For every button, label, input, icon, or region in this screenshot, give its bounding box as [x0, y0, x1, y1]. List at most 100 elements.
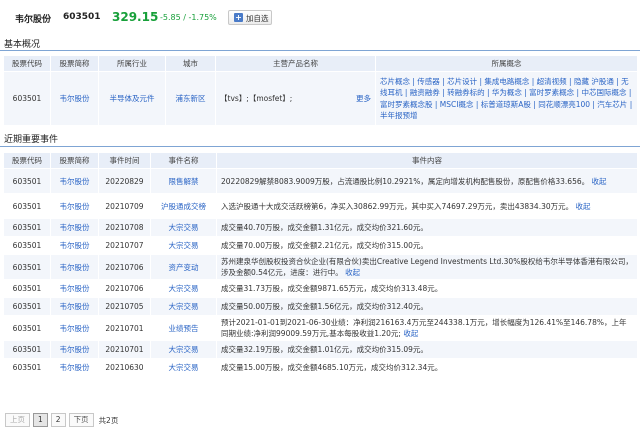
- event-name-link[interactable]: 大宗交易: [150, 236, 217, 255]
- event-content-text: 入选沪股通十大成交活跃榜第6，净买入30862.99万元，其中买入74697.2…: [221, 201, 574, 211]
- stock-name-link[interactable]: 韦尔股份: [50, 315, 99, 341]
- overview-section-title: 基本概况: [4, 40, 41, 50]
- table-row: 603501 韦尔股份 20220829 限售解禁 20220829解禁8083.900…: [3, 168, 638, 194]
- column-header: 股票代码: [3, 152, 51, 169]
- event-date-cell: 20210630: [98, 358, 151, 377]
- events-section-title: 近期重要事件: [4, 135, 59, 145]
- event-name-link[interactable]: 限售解禁: [150, 168, 217, 194]
- stock-code-cell: 603501: [3, 254, 51, 280]
- event-name-link[interactable]: 业绩预告: [150, 315, 217, 341]
- table-row: 603501 韦尔股份 20210701 大宗交易 成交量32.19万股，成交金额1.0…: [3, 340, 638, 359]
- page-1-button[interactable]: 1: [33, 413, 48, 427]
- stock-code-cell: 603501: [3, 168, 51, 194]
- event-name-link[interactable]: 大宗交易: [150, 279, 217, 298]
- event-date-cell: 20220829: [98, 168, 151, 194]
- event-name-link[interactable]: 大宗交易: [150, 218, 217, 237]
- event-content-text: 成交量15.00万股，成交金额4685.10万元，成交均价312.34元。: [221, 363, 443, 372]
- add-watchlist-button[interactable]: + 加自选: [228, 10, 272, 25]
- products-text: 【tvs】;【mosfet】;: [220, 94, 293, 103]
- products-cell: 【tvs】;【mosfet】; 更多: [215, 71, 376, 126]
- stock-code-cell: 603501: [3, 193, 51, 219]
- prev-page-button[interactable]: 上页: [5, 413, 30, 427]
- stock-code-cell: 603501: [3, 340, 51, 359]
- column-header: 股票简称: [50, 152, 99, 169]
- event-content-cell: 成交量15.00万股，成交金额4685.10万元，成交均价312.34元。: [216, 358, 638, 377]
- event-content-cell: 成交量70.00万股，成交金额2.21亿元，成交均价315.00元。: [216, 236, 638, 255]
- event-name-link[interactable]: 大宗交易: [150, 340, 217, 359]
- stock-change: -5.85 / -1.75%: [160, 13, 217, 22]
- stock-name-link[interactable]: 韦尔股份: [50, 218, 99, 237]
- event-content-cell: 入选沪股通十大成交活跃榜第6，净买入30862.99万元，其中买入74697.2…: [216, 193, 638, 219]
- stock-code-cell: 603501: [3, 236, 51, 255]
- table-row: 603501 韦尔股份 20210706 资产变动 苏州建泉华创股权投资合伙企业(有限合…: [3, 254, 638, 280]
- table-row: 603501 韦尔股份 半导体及元件 浦东新区 【tvs】;【mosfet】; …: [3, 71, 638, 126]
- stock-name-link[interactable]: 韦尔股份: [50, 168, 99, 194]
- add-watchlist-label: 加自选: [246, 14, 269, 23]
- next-page-button[interactable]: 下页: [68, 413, 94, 427]
- collapse-link[interactable]: 收起: [403, 329, 418, 338]
- event-content-text: 成交量32.19万股，成交金额1.01亿元，成交均价315.09元。: [221, 345, 428, 354]
- stock-code-cell: 603501: [3, 315, 51, 341]
- table-row: 603501 韦尔股份 20210707 大宗交易 成交量70.00万股，成交金额2.2…: [3, 236, 638, 255]
- section-divider: [0, 50, 640, 51]
- event-date-cell: 20210709: [98, 193, 151, 219]
- event-content-cell: 苏州建泉华创股权投资合伙企业(有限合伙)卖出Creative Legend In…: [216, 254, 638, 280]
- table-row: 603501 韦尔股份 20210709 沪股通成交榜 入选沪股通十大成交活跃榜第6，净…: [3, 193, 638, 219]
- column-header: 事件名称: [150, 152, 217, 169]
- more-link[interactable]: 更多: [356, 93, 371, 104]
- event-content-text: 成交量31.73万股，成交金额9871.65万元，成交均价313.48元。: [221, 284, 443, 293]
- event-date-cell: 20210701: [98, 340, 151, 359]
- stock-name-link[interactable]: 韦尔股份: [50, 297, 99, 316]
- stock-price: 329.15: [112, 10, 159, 24]
- events-table: 股票代码 股票简称 事件时间 事件名称 事件内容 603501 韦尔股份 20220…: [3, 152, 638, 377]
- stock-name-link[interactable]: 韦尔股份: [50, 193, 99, 219]
- stock-code: 603501: [63, 12, 101, 22]
- table-row: 603501 韦尔股份 20210706 大宗交易 成交量31.73万股，成交金额987…: [3, 279, 638, 298]
- collapse-link[interactable]: 收起: [592, 177, 607, 186]
- overview-table: 股票代码 股票简称 所属行业 城市 主营产品名称 所属概念 603501 韦尔股…: [3, 55, 638, 126]
- stock-code-cell: 603501: [3, 218, 51, 237]
- industry-link[interactable]: 半导体及元件: [98, 71, 166, 126]
- stock-name-link[interactable]: 韦尔股份: [50, 71, 99, 126]
- stock-header: 韦尔股份 603501 329.15 -5.85 / -1.75% + 加自选: [0, 0, 640, 34]
- event-content-text: 20220829解禁8083.9009万股，占流通股比例10.2921%，属定向…: [221, 176, 590, 186]
- concepts-cell[interactable]: 芯片概念 | 传感器 | 芯片设计 | 集成电路概念 | 超清视频 | 隐藏 沪…: [375, 71, 638, 126]
- event-content-cell: 预计2021-01-01到2021-06-30业绩：净利润216163.4万元至…: [216, 315, 638, 341]
- stock-name-link[interactable]: 韦尔股份: [50, 358, 99, 377]
- table-row: 603501 韦尔股份 20210701 业绩预告 预计2021-01-01到2021-…: [3, 315, 638, 341]
- table-row: 603501 韦尔股份 20210630 大宗交易 成交量15.00万股，成交金额468…: [3, 358, 638, 377]
- column-header: 主营产品名称: [215, 55, 376, 72]
- stock-name-link[interactable]: 韦尔股份: [50, 279, 99, 298]
- event-content-text: 预计2021-01-01到2021-06-30业绩：净利润216163.4万元至…: [221, 318, 627, 338]
- event-content-text: 成交量50.00万股，成交金额1.56亿元，成交均价312.40元。: [221, 302, 428, 311]
- city-link[interactable]: 浦东新区: [165, 71, 216, 126]
- page-2-button[interactable]: 2: [50, 413, 66, 427]
- column-header: 股票代码: [3, 55, 51, 72]
- event-date-cell: 20210707: [98, 236, 151, 255]
- event-name-link[interactable]: 资产变动: [150, 254, 217, 280]
- event-name-link[interactable]: 沪股通成交榜: [150, 193, 217, 219]
- stock-name-link[interactable]: 韦尔股份: [50, 254, 99, 280]
- stock-name-link[interactable]: 韦尔股份: [50, 236, 99, 255]
- column-header: 事件时间: [98, 152, 151, 169]
- event-content-cell: 20220829解禁8083.9009万股，占流通股比例10.2921%，属定向…: [216, 168, 638, 194]
- column-header: 股票简称: [50, 55, 99, 72]
- column-header: 城市: [165, 55, 216, 72]
- stock-name-link[interactable]: 韦尔股份: [50, 340, 99, 359]
- stock-code-cell: 603501: [3, 71, 51, 126]
- column-header: 所属行业: [98, 55, 166, 72]
- event-content-text: 苏州建泉华创股权投资合伙企业(有限合伙)卖出Creative Legend In…: [221, 257, 633, 277]
- event-date-cell: 20210708: [98, 218, 151, 237]
- section-divider: [0, 146, 640, 147]
- column-header: 事件内容: [216, 152, 638, 169]
- stock-code-cell: 603501: [3, 297, 51, 316]
- collapse-link[interactable]: 收起: [345, 268, 360, 277]
- event-content-cell: 成交量40.70万股，成交金额1.31亿元，成交均价321.60元。: [216, 218, 638, 237]
- column-header: 所属概念: [375, 55, 638, 72]
- stock-code-cell: 603501: [3, 279, 51, 298]
- plus-icon: +: [234, 13, 243, 22]
- event-name-link[interactable]: 大宗交易: [150, 358, 217, 377]
- collapse-link[interactable]: 收起: [576, 202, 591, 211]
- event-content-cell: 成交量31.73万股，成交金额9871.65万元，成交均价313.48元。: [216, 279, 638, 298]
- event-name-link[interactable]: 大宗交易: [150, 297, 217, 316]
